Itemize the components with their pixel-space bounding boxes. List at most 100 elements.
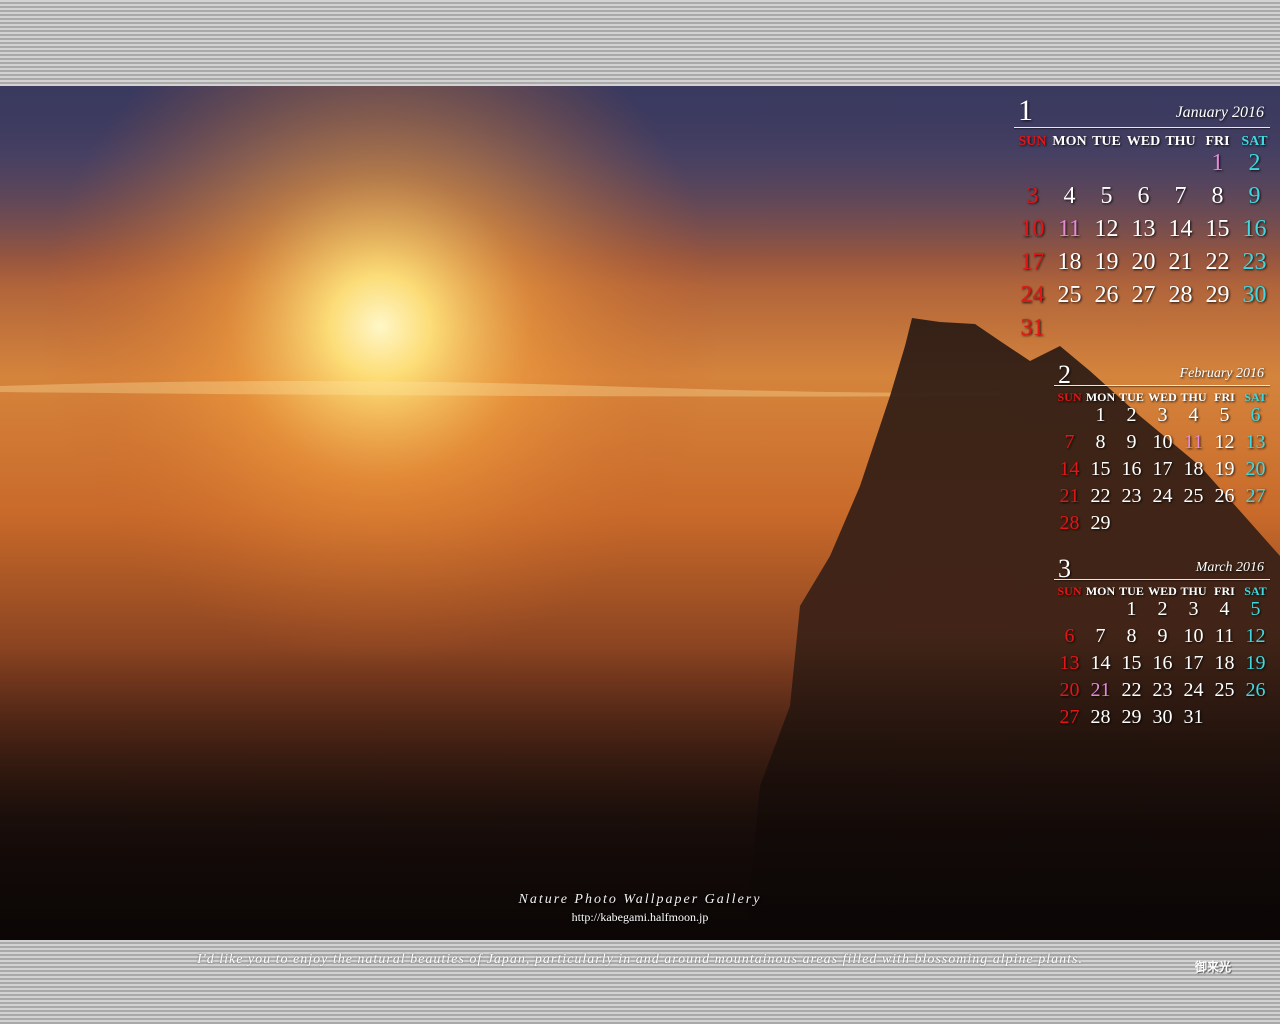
calendar-day: 29 (1090, 512, 1111, 534)
calendar-day: 7 (1064, 431, 1075, 453)
calendar-day: 17 (1152, 458, 1173, 480)
weekday-sun: SUN (1057, 390, 1082, 404)
weekday-sat: SAT (1241, 134, 1268, 149)
calendar-day: 1 (1126, 598, 1137, 620)
calendar-day: 30 (1152, 706, 1173, 728)
calendar-day: 21 (1059, 485, 1080, 507)
calendar-day: 9 (1248, 183, 1261, 209)
calendar-day: 24 (1183, 679, 1204, 701)
month-divider (1014, 127, 1270, 128)
calendar-day: 20 (1131, 249, 1156, 275)
weekday-tue: TUE (1119, 390, 1144, 404)
calendar-day: 14 (1168, 216, 1193, 242)
calendar-day: 29 (1121, 706, 1142, 728)
calendar-day: 10 (1152, 431, 1173, 453)
gallery-url: http://kabegami.halfmoon.jp (571, 910, 709, 924)
calendar-day: 3 (1157, 404, 1168, 426)
calendar-day: 12 (1094, 216, 1119, 242)
calendar-day: 4 (1188, 404, 1199, 426)
calendar-day: 10 (1020, 216, 1045, 242)
calendar-day: 22 (1121, 679, 1142, 701)
calendar-day: 16 (1121, 458, 1142, 480)
calendar-day: 17 (1020, 249, 1045, 275)
top-frame-band (0, 0, 1280, 86)
calendar-day: 7 (1174, 183, 1187, 209)
calendar-day: 20 (1059, 679, 1080, 701)
calendar-day: 25 (1183, 485, 1204, 507)
calendar-day: 14 (1059, 458, 1080, 480)
calendar-day: 15 (1090, 458, 1111, 480)
calendar-day: 9 (1126, 431, 1137, 453)
calendar-day: 3 (1026, 183, 1039, 209)
calendar-day: 25 (1214, 679, 1235, 701)
calendar-day: 2 (1126, 404, 1137, 426)
weekday-tue: TUE (1092, 134, 1121, 149)
month-name: March 2016 (1195, 560, 1264, 575)
weekday-sat: SAT (1244, 390, 1267, 404)
calendar-day: 1 (1095, 404, 1106, 426)
gallery-title: Nature Photo Wallpaper Gallery (518, 892, 762, 907)
calendar-day: 22 (1090, 485, 1111, 507)
calendar-day: 24 (1020, 282, 1045, 308)
calendar-day: 11 (1183, 431, 1204, 453)
month-number: 1 (1018, 94, 1033, 127)
calendar-day: 26 (1214, 485, 1235, 507)
calendar-day: 21 (1168, 249, 1193, 275)
calendar-day: 15 (1205, 216, 1230, 242)
calendar-january: 1 January 2016 SUN MON TUE WED THU FRI SAT 123… (1014, 96, 1270, 346)
calendar-day: 8 (1211, 183, 1224, 209)
calendar-day: 18 (1214, 652, 1235, 674)
photo-location-label: 御来光 (1194, 960, 1231, 974)
calendar-day: 17 (1183, 652, 1204, 674)
calendar-day: 8 (1126, 625, 1137, 647)
calendar-day: 20 (1245, 458, 1266, 480)
calendar-day: 21 (1090, 679, 1111, 701)
calendar-day: 11 (1057, 216, 1082, 242)
calendar-day: 12 (1245, 625, 1266, 647)
calendar-february: 2 February 2016 SUN MON TUE WED THU FRI SAT 12… (1054, 360, 1270, 540)
calendar-day: 27 (1131, 282, 1156, 308)
weekday-fri: FRI (1214, 390, 1235, 404)
calendar-day: 18 (1057, 249, 1082, 275)
weekday-mon: MON (1085, 584, 1116, 598)
calendar-day: 25 (1057, 282, 1082, 308)
calendar-day: 19 (1214, 458, 1235, 480)
calendar-day: 5 (1219, 404, 1230, 426)
calendar-day: 8 (1095, 431, 1106, 453)
weekday-thu: THU (1180, 584, 1207, 598)
calendar-day: 6 (1064, 625, 1075, 647)
calendar-day: 27 (1245, 485, 1266, 507)
calendar-day: 28 (1059, 512, 1080, 534)
calendar-day: 15 (1121, 652, 1142, 674)
weekday-thu: THU (1165, 134, 1196, 149)
calendar-day: 30 (1242, 282, 1267, 308)
calendar-day: 2 (1248, 150, 1261, 176)
calendar-day: 3 (1188, 598, 1199, 620)
calendar-day: 28 (1168, 282, 1193, 308)
calendar-day: 28 (1090, 706, 1111, 728)
calendar-day: 2 (1157, 598, 1168, 620)
calendar-day: 19 (1094, 249, 1119, 275)
calendar-day: 18 (1183, 458, 1204, 480)
calendar-day: 31 (1183, 706, 1204, 728)
calendar-day: 6 (1250, 404, 1261, 426)
tagline-text: I'd like you to enjoy the natural beauti… (197, 952, 1083, 967)
calendar-day: 29 (1205, 282, 1230, 308)
calendar-day: 13 (1059, 652, 1080, 674)
calendar-day: 16 (1242, 216, 1267, 242)
calendar-day: 5 (1100, 183, 1113, 209)
weekday-sat: SAT (1244, 584, 1267, 598)
month-name: January 2016 (1175, 104, 1264, 121)
calendar-day: 11 (1214, 625, 1235, 647)
calendar-day: 13 (1245, 431, 1266, 453)
calendar-day: 23 (1152, 679, 1173, 701)
calendar-day: 27 (1059, 706, 1080, 728)
weekday-fri: FRI (1214, 584, 1235, 598)
calendar-day: 10 (1183, 625, 1204, 647)
month-divider (1054, 579, 1270, 580)
calendar-day: 16 (1152, 652, 1173, 674)
weekday-wed: WED (1148, 584, 1177, 598)
calendar-day: 26 (1245, 679, 1266, 701)
month-name: February 2016 (1179, 366, 1264, 381)
calendar-day: 6 (1137, 183, 1150, 209)
